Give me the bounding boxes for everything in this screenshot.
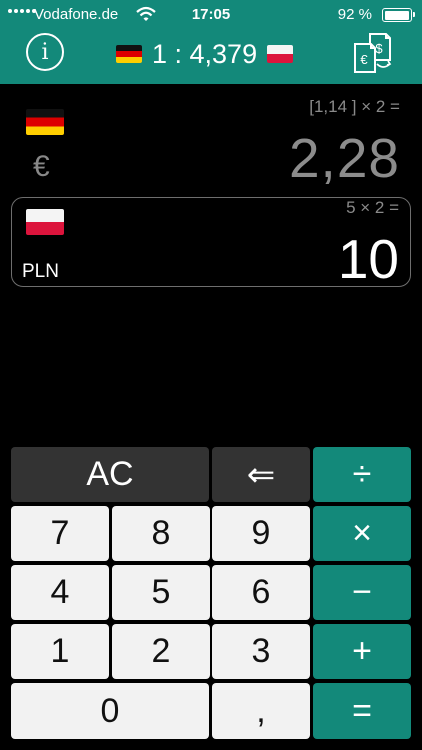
target-currency-flag-icon[interactable] [26, 209, 64, 235]
currency-exchange-icon[interactable]: $ € [350, 30, 396, 76]
top-bar: Vodafone.de 17:05 92 % i 1 : 4,379 $ € [0, 0, 422, 84]
converter-screen: Vodafone.de 17:05 92 % i 1 : 4,379 $ € €… [0, 0, 422, 750]
key-1-button[interactable]: 1 [11, 624, 109, 679]
target-expression: 5 × 2 = [346, 198, 399, 217]
svg-text:€: € [360, 52, 368, 67]
plus-button[interactable]: + [313, 624, 411, 679]
source-value: 2,28 [288, 127, 400, 189]
key-4-button[interactable]: 4 [11, 565, 109, 620]
key-6-button[interactable]: 6 [212, 565, 310, 620]
equals-button[interactable]: = [313, 683, 411, 739]
exchange-rate[interactable]: 1 : 4,379 [116, 37, 306, 71]
target-currency-code[interactable]: PLN [22, 261, 59, 283]
key-5-button[interactable]: 5 [112, 565, 210, 620]
key-8-button[interactable]: 8 [112, 506, 210, 561]
key-0-button[interactable]: 0 [11, 683, 209, 739]
source-currency-symbol[interactable]: € [33, 150, 50, 184]
info-icon: i [41, 39, 49, 65]
key-9-button[interactable]: 9 [212, 506, 310, 561]
battery-icon [382, 8, 415, 22]
battery-percent: 92 % [337, 6, 372, 23]
target-value: 10 [337, 228, 399, 290]
germany-flag-icon [116, 45, 142, 63]
status-bar: Vodafone.de 17:05 92 % [0, 0, 422, 30]
all-clear-button[interactable]: AC [11, 447, 209, 502]
minus-button[interactable]: − [313, 565, 411, 620]
divide-button[interactable]: ÷ [313, 447, 411, 502]
key-2-button[interactable]: 2 [112, 624, 210, 679]
multiply-button[interactable]: × [313, 506, 411, 561]
exchange-rate-text: 1 : 4,379 [152, 38, 258, 69]
key-3-button[interactable]: 3 [212, 624, 310, 679]
poland-flag-icon [267, 45, 294, 63]
source-currency-flag-icon[interactable] [26, 109, 64, 135]
svg-text:$: $ [375, 41, 383, 56]
comma-button[interactable]: , [212, 683, 310, 739]
backspace-button[interactable]: ⇐ [212, 447, 310, 502]
key-7-button[interactable]: 7 [11, 506, 109, 561]
info-button[interactable]: i [26, 33, 64, 71]
source-expression: [1,14 ] × 2 = [309, 97, 400, 116]
target-currency-display[interactable]: PLN 5 × 2 = 10 [11, 197, 411, 290]
